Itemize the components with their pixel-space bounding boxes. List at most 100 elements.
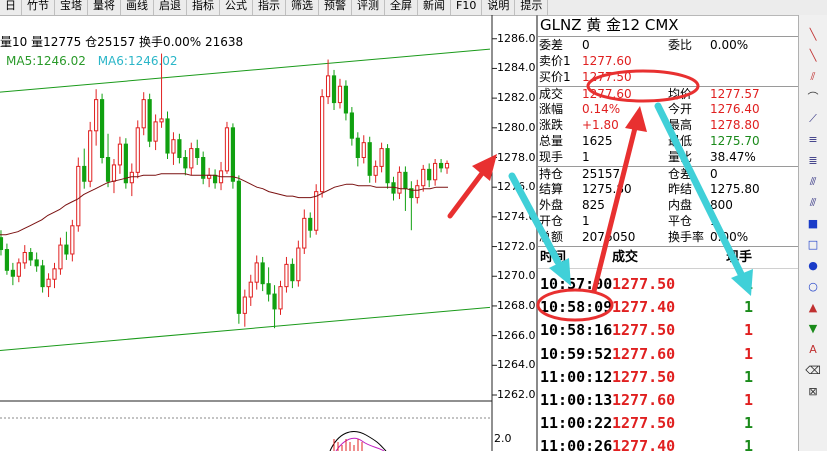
price-axis-tick-label: 1274.0 bbox=[497, 209, 536, 223]
menu-bar: 日竹节 宝塔 量将 画线 启退 指标 公式 指示 筛选 预警 评测 全屏 新闻 F10 说明 提示 bbox=[0, 0, 827, 16]
menu-item-11[interactable]: 评测 bbox=[352, 0, 385, 15]
menu-item-4[interactable]: 画线 bbox=[121, 0, 154, 15]
menu-item-3[interactable]: 量将 bbox=[88, 0, 121, 15]
kline-chart-pane[interactable]: 量10 量12775 仓25157 换手0.00% 21638 MA5:1246… bbox=[0, 15, 536, 451]
quote-label: 量比 bbox=[668, 150, 693, 164]
tick-row[interactable]: 10:58:09 1277.40 1 bbox=[538, 296, 798, 319]
tick-time: 10:58:09 bbox=[540, 298, 613, 317]
quote-separator bbox=[538, 246, 798, 247]
tick-price: 1277.50 bbox=[612, 275, 676, 293]
kline-chart[interactable] bbox=[0, 15, 536, 451]
tick-price: 1277.50 bbox=[612, 321, 676, 340]
quote-label: 最低 bbox=[668, 134, 693, 148]
menu-item-10[interactable]: 预警 bbox=[319, 0, 352, 15]
tick-row[interactable]: 10:59:52 1277.60 1 bbox=[538, 343, 798, 366]
fibonacci-icon[interactable]: ≡ bbox=[803, 132, 823, 147]
candle-body bbox=[105, 157, 111, 182]
menu-item-15[interactable]: 说明 bbox=[482, 0, 516, 15]
menu-item-2[interactable]: 宝塔 bbox=[55, 0, 88, 15]
candle-body bbox=[403, 171, 408, 190]
candle-body bbox=[111, 164, 117, 182]
quote-label: 内盘 bbox=[668, 198, 693, 212]
text-icon[interactable]: A bbox=[803, 342, 823, 357]
menu-item-16[interactable]: 提示 bbox=[515, 0, 549, 15]
candle-body bbox=[444, 162, 450, 169]
candle-body bbox=[4, 249, 10, 271]
fan-icon[interactable]: ⟋ bbox=[803, 111, 823, 126]
candle-body bbox=[40, 265, 45, 288]
menu-item-0[interactable]: 日 bbox=[0, 0, 22, 15]
quote-label: 委比 bbox=[668, 38, 693, 52]
candle-body bbox=[391, 182, 396, 194]
candle-body bbox=[141, 99, 146, 129]
menu-item-9[interactable]: 筛选 bbox=[286, 0, 319, 15]
price-axis-tick-label: 1266.0 bbox=[497, 328, 536, 342]
tick-vol: 1 bbox=[744, 275, 754, 293]
arc-icon[interactable]: ⌒ bbox=[803, 90, 823, 105]
quote-value: 1277.60 bbox=[582, 54, 632, 68]
menu-item-14[interactable]: F10 bbox=[451, 0, 483, 15]
quote-value: 1276.40 bbox=[710, 102, 760, 116]
candle-body bbox=[46, 278, 51, 288]
channel-icon[interactable]: ⫻ bbox=[803, 174, 823, 189]
fibonacci-icon[interactable]: ≣ bbox=[803, 153, 823, 168]
diagonal-line-icon[interactable]: ╲ bbox=[803, 48, 823, 63]
tick-row[interactable]: 10:58:16 1277.50 1 bbox=[538, 319, 798, 342]
quote-value: +1.80 bbox=[582, 118, 619, 132]
candle-body bbox=[82, 165, 87, 182]
eraser-icon[interactable]: ⌫ bbox=[803, 363, 823, 378]
candle-body bbox=[236, 180, 241, 314]
channel-icon[interactable]: ⫻ bbox=[803, 195, 823, 210]
quote-separator bbox=[538, 166, 798, 167]
tick-row[interactable]: 11:00:22 1277.50 1 bbox=[538, 412, 798, 435]
menu-item-8[interactable]: 指示 bbox=[253, 0, 286, 15]
lock-icon[interactable]: ⊠ bbox=[803, 384, 823, 399]
price-axis-tick-label: 1278.0 bbox=[497, 150, 536, 164]
candle-body bbox=[284, 263, 289, 288]
tick-time: 10:59:52 bbox=[540, 344, 613, 363]
tick-row[interactable]: 11:00:13 1277.60 1 bbox=[538, 389, 798, 412]
menu-item-12[interactable]: 全屏 bbox=[385, 0, 418, 15]
up-arrow-icon[interactable]: ▲ bbox=[803, 300, 823, 315]
tick-vol: 1 bbox=[744, 298, 754, 317]
candle-body bbox=[349, 112, 354, 139]
quote-row: 外盘 825 内盘 800 bbox=[538, 198, 798, 213]
menu-item-5[interactable]: 启退 bbox=[154, 0, 187, 15]
menu-item-7[interactable]: 公式 bbox=[220, 0, 253, 15]
quote-value: 800 bbox=[710, 198, 733, 212]
ellipse-icon[interactable]: ● bbox=[803, 258, 823, 273]
candle-body bbox=[129, 171, 134, 184]
tick-time: 10:58:16 bbox=[540, 321, 613, 340]
quote-value: 0 bbox=[582, 38, 590, 52]
candle-body bbox=[34, 259, 39, 267]
menu-item-1[interactable]: 竹节 bbox=[22, 0, 55, 15]
candle-body bbox=[397, 171, 402, 194]
rectangle-icon[interactable]: □ bbox=[803, 237, 823, 252]
diagonal-line-icon[interactable]: ╲ bbox=[803, 27, 823, 42]
quote-row: 涨幅 0.14% 今开 1276.40 bbox=[538, 102, 798, 117]
candle-body bbox=[343, 85, 349, 114]
parallel-lines-icon[interactable]: ⫽ bbox=[803, 69, 823, 84]
indicator-curve bbox=[335, 437, 385, 451]
candle-body bbox=[58, 244, 63, 270]
tick-price: 1277.50 bbox=[612, 414, 676, 433]
tick-row[interactable]: 10:57:00 1277.50 1 bbox=[538, 273, 798, 296]
candle-body bbox=[438, 162, 444, 169]
menu-item-6[interactable]: 指标 bbox=[187, 0, 220, 15]
tick-vol: 1 bbox=[744, 367, 754, 386]
down-arrow-icon[interactable]: ▼ bbox=[803, 321, 823, 336]
rectangle-icon[interactable]: ■ bbox=[803, 216, 823, 231]
tick-row[interactable]: 11:00:26 1277.40 1 bbox=[538, 435, 798, 451]
quote-label: 结算 bbox=[539, 182, 564, 196]
quote-value: 0 bbox=[710, 167, 718, 181]
candle-body bbox=[16, 262, 21, 277]
quote-value: 1 bbox=[582, 150, 590, 164]
price-axis-tick-label: 1262.0 bbox=[497, 388, 536, 401]
quote-label: 委差 bbox=[539, 38, 564, 52]
tick-row[interactable]: 11:00:12 1277.50 1 bbox=[538, 366, 798, 389]
candle-body bbox=[415, 185, 420, 199]
ellipse-icon[interactable]: ○ bbox=[803, 279, 823, 294]
menu-item-13[interactable]: 新闻 bbox=[418, 0, 451, 15]
quote-row: 委差 0 委比 0.00% bbox=[538, 38, 798, 53]
candle-body bbox=[171, 139, 176, 154]
